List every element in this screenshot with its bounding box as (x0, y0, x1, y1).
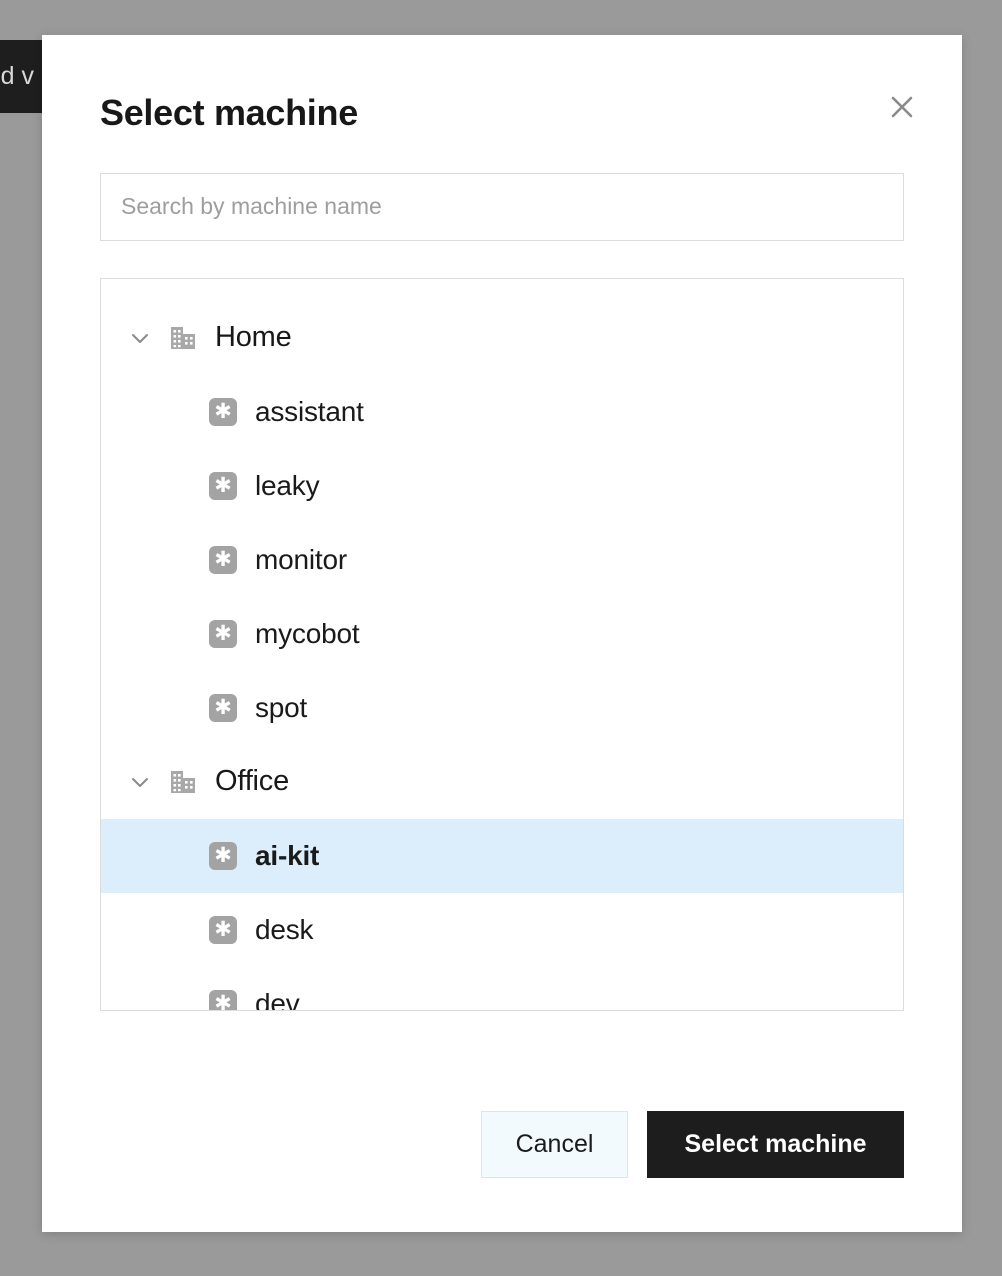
machine-icon: ✱ (209, 989, 237, 1010)
search-input[interactable] (100, 172, 904, 241)
tree-machine-label: mycobot (255, 617, 360, 649)
machine-icon: ✱ (209, 619, 237, 648)
tree-machine-row[interactable]: ✱ monitor (101, 523, 903, 597)
tree-machine-label: spot (255, 691, 308, 723)
building-icon (169, 324, 197, 352)
machine-icon: ✱ (209, 841, 237, 870)
page-title: Select machine (100, 92, 358, 133)
machine-icon: ✱ (209, 693, 237, 722)
tree-machine-row[interactable]: ✱ desk (101, 893, 903, 967)
tree-group-label: Home (215, 321, 292, 354)
tree-group-label: Office (215, 765, 290, 798)
tree-machine-row[interactable]: ✱ ai-kit (101, 818, 903, 893)
tree-machine-row[interactable]: ✱ leaky (101, 449, 903, 523)
tree-group-row[interactable]: Home (101, 301, 903, 375)
tree-machine-label: assistant (255, 395, 364, 427)
close-button[interactable] (880, 85, 924, 129)
building-icon (169, 768, 197, 796)
dialog-footer: Cancel Select machine (42, 1057, 962, 1232)
chevron-down-icon[interactable] (127, 325, 153, 351)
select-machine-dialog: Select machine Home ✱ assistant ✱ leaky ✱ moni… (42, 35, 962, 1232)
tree-machine-label: dev (255, 987, 300, 1011)
tree-machine-label: leaky (255, 469, 320, 501)
tree-machine-row[interactable]: ✱ spot (101, 671, 903, 745)
search-field-wrapper (100, 172, 904, 241)
tree-group-row[interactable]: Office (101, 745, 903, 819)
chevron-down-icon[interactable] (127, 769, 153, 795)
machine-tree-container[interactable]: Home ✱ assistant ✱ leaky ✱ monitor ✱ mycobot ✱ spo… (100, 277, 904, 1011)
machine-icon: ✱ (209, 471, 237, 500)
background-add-button[interactable]: dd v (0, 40, 42, 113)
tree-machine-label: ai-kit (255, 839, 320, 871)
machine-icon: ✱ (209, 397, 237, 426)
cancel-button[interactable]: Cancel (481, 1111, 628, 1178)
close-icon (887, 92, 917, 122)
tree-machine-label: desk (255, 913, 314, 945)
machine-tree-list: Home ✱ assistant ✱ leaky ✱ monitor ✱ mycobot ✱ spo… (101, 279, 903, 1011)
tree-machine-row[interactable]: ✱ mycobot (101, 597, 903, 671)
machine-icon: ✱ (209, 545, 237, 574)
tree-machine-label: monitor (255, 543, 347, 575)
machine-icon: ✱ (209, 915, 237, 944)
select-machine-button[interactable]: Select machine (647, 1111, 904, 1178)
tree-machine-row[interactable]: ✱ dev (101, 967, 903, 1011)
tree-machine-row[interactable]: ✱ assistant (101, 375, 903, 449)
dialog-header: Select machine (42, 35, 962, 133)
